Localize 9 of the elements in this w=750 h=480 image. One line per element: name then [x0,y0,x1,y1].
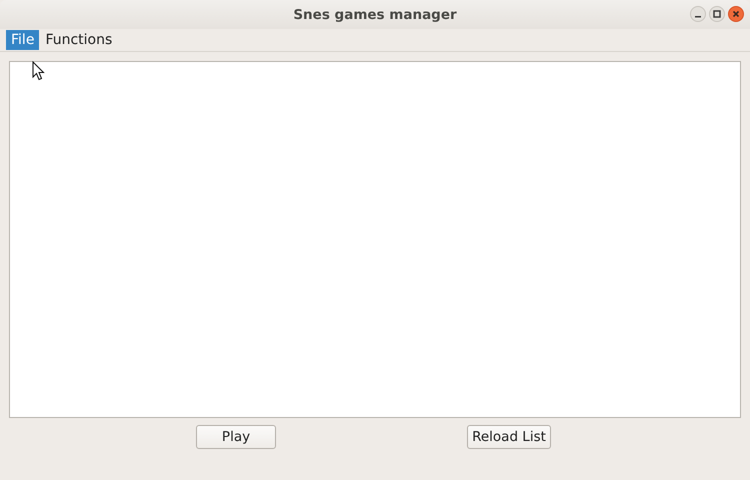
close-button[interactable] [728,6,744,22]
menu-item[interactable]: File [6,30,40,50]
maximize-button[interactable] [709,6,725,22]
menu-item[interactable]: Functions [40,30,118,50]
minimize-button[interactable] [690,6,706,22]
action-button[interactable]: Play [196,425,276,449]
pointer-icon [32,61,45,81]
window-title: Snes games manager [293,6,457,22]
action-button[interactable]: Reload List [467,425,551,449]
